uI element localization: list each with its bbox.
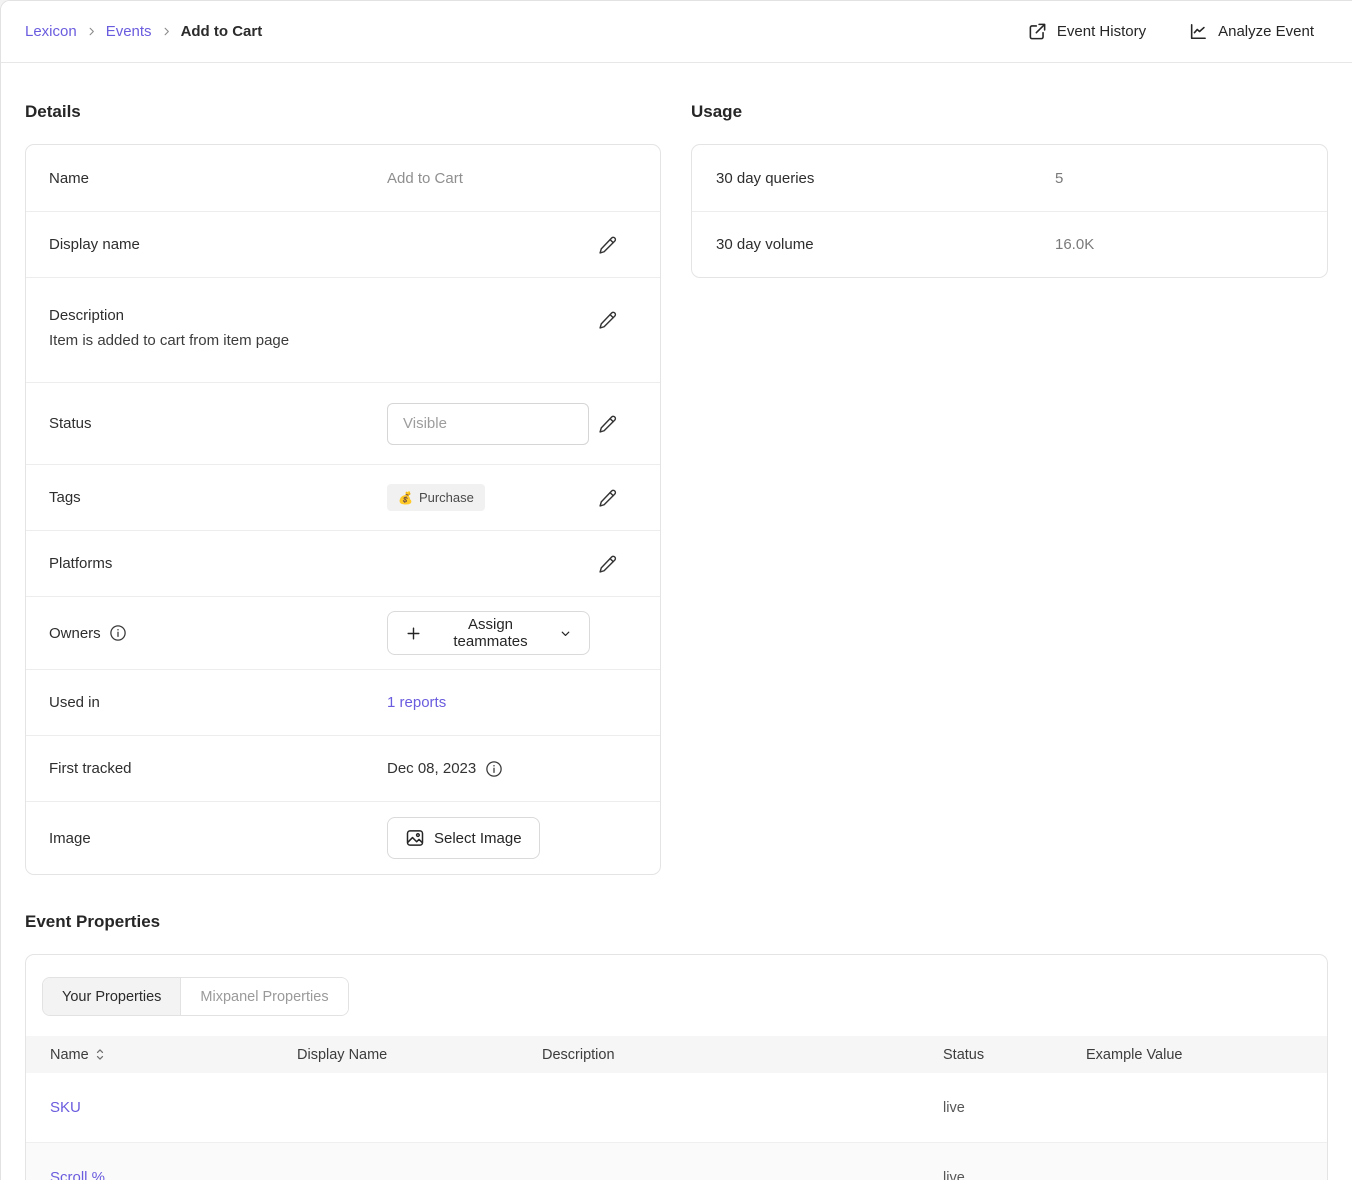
- event-properties-section: Event Properties Your Properties Mixpane…: [25, 912, 1328, 1180]
- sort-icon: [95, 1048, 105, 1061]
- topbar-actions: Event History Analyze Event: [1028, 22, 1314, 41]
- edit-tags-button[interactable]: [596, 486, 620, 510]
- name-label: Name: [49, 170, 387, 187]
- first-tracked-label: First tracked: [49, 760, 387, 777]
- external-link-icon: [1028, 22, 1047, 41]
- usage-card: 30 day queries 5 30 day volume 16.0K: [691, 144, 1328, 278]
- tag-label: Purchase: [419, 490, 474, 505]
- queries-value: 5: [1055, 170, 1063, 187]
- usage-row-volume: 30 day volume 16.0K: [692, 211, 1327, 277]
- breadcrumb-link-lexicon[interactable]: Lexicon: [25, 23, 77, 40]
- detail-row-owners: Owners Assign teammates: [26, 596, 660, 669]
- detail-row-status: Status: [26, 382, 660, 464]
- edit-platforms-button[interactable]: [596, 552, 620, 576]
- image-label: Image: [49, 830, 387, 847]
- select-image-label: Select Image: [434, 830, 522, 847]
- property-link-scroll-pct[interactable]: Scroll %: [50, 1169, 105, 1180]
- edit-status-button[interactable]: [596, 412, 620, 436]
- sku-status: live: [943, 1100, 1086, 1116]
- detail-row-name: Name Add to Cart: [26, 145, 660, 211]
- info-icon[interactable]: [485, 760, 503, 778]
- usage-row-queries: 30 day queries 5: [692, 145, 1327, 211]
- image-icon: [405, 828, 425, 848]
- details-title: Details: [25, 102, 661, 122]
- detail-row-image: Image Select Image: [26, 801, 660, 874]
- usage-section: Usage 30 day queries 5 30 day volume 16.…: [691, 63, 1328, 278]
- properties-table-header: Name Display Name Description Status Exa…: [26, 1036, 1327, 1073]
- volume-label: 30 day volume: [716, 236, 1055, 253]
- used-in-reports-link[interactable]: 1 reports: [387, 694, 446, 711]
- tab-your-properties[interactable]: Your Properties: [43, 978, 181, 1015]
- description-label: Description: [49, 307, 387, 324]
- analyze-event-button[interactable]: Analyze Event: [1188, 22, 1314, 41]
- edit-display-name-button[interactable]: [596, 233, 620, 257]
- chevron-right-icon: [161, 26, 172, 37]
- column-header-description: Description: [542, 1047, 943, 1063]
- tag-chip-purchase[interactable]: 💰 Purchase: [387, 484, 485, 511]
- column-header-display-name: Display Name: [297, 1047, 542, 1063]
- status-label: Status: [49, 415, 387, 432]
- name-value: Add to Cart: [387, 170, 463, 187]
- event-history-button[interactable]: Event History: [1028, 22, 1146, 41]
- detail-row-platforms: Platforms: [26, 530, 660, 596]
- queries-label: 30 day queries: [716, 170, 1055, 187]
- chevron-right-icon: [86, 26, 97, 37]
- platforms-label: Platforms: [49, 555, 387, 572]
- page: Lexicon Events Add to Cart Event History: [0, 0, 1352, 1180]
- usage-title: Usage: [691, 102, 1328, 122]
- money-bag-icon: 💰: [398, 491, 413, 505]
- property-row-scroll-pct[interactable]: Scroll % live: [26, 1143, 1327, 1180]
- info-icon[interactable]: [109, 624, 127, 642]
- pencil-icon: [598, 310, 618, 330]
- display-name-label: Display name: [49, 236, 387, 253]
- event-properties-title: Event Properties: [25, 912, 1328, 932]
- topbar: Lexicon Events Add to Cart Event History: [1, 1, 1352, 63]
- breadcrumb-link-events[interactable]: Events: [106, 23, 152, 40]
- detail-row-tags: Tags 💰 Purchase: [26, 464, 660, 530]
- analyze-event-label: Analyze Event: [1218, 23, 1314, 40]
- status-input[interactable]: [387, 403, 589, 445]
- pencil-icon: [598, 488, 618, 508]
- select-image-button[interactable]: Select Image: [387, 817, 540, 859]
- scroll-status: live: [943, 1170, 1086, 1180]
- chevron-down-icon: [559, 627, 572, 640]
- volume-value: 16.0K: [1055, 236, 1094, 253]
- breadcrumb: Lexicon Events Add to Cart: [25, 23, 262, 40]
- assign-teammates-button[interactable]: Assign teammates: [387, 611, 590, 655]
- plus-icon: [405, 625, 422, 642]
- column-header-example-value: Example Value: [1086, 1047, 1327, 1063]
- event-history-label: Event History: [1057, 23, 1146, 40]
- main-content: Details Name Add to Cart Display name: [1, 63, 1352, 1180]
- column-header-name[interactable]: Name: [50, 1047, 297, 1063]
- column-header-status: Status: [943, 1047, 1086, 1063]
- details-card: Name Add to Cart Display name Descriptio…: [25, 144, 661, 875]
- detail-row-used-in: Used in 1 reports: [26, 669, 660, 735]
- property-link-sku[interactable]: SKU: [50, 1099, 81, 1116]
- description-value: Item is added to cart from item page: [49, 332, 590, 349]
- owners-label: Owners: [49, 625, 101, 642]
- property-row-sku[interactable]: SKU live: [26, 1073, 1327, 1143]
- pencil-icon: [598, 554, 618, 574]
- first-tracked-value: Dec 08, 2023: [387, 760, 476, 777]
- tags-label: Tags: [49, 489, 387, 506]
- breadcrumb-current: Add to Cart: [181, 23, 263, 40]
- tab-mixpanel-properties[interactable]: Mixpanel Properties: [181, 978, 347, 1015]
- detail-row-display-name: Display name: [26, 211, 660, 277]
- detail-row-description: Description Item is added to cart from i…: [26, 277, 660, 382]
- event-properties-card: Your Properties Mixpanel Properties Name…: [25, 954, 1328, 1180]
- properties-table: Name Display Name Description Status Exa…: [26, 1036, 1327, 1180]
- properties-tabs: Your Properties Mixpanel Properties: [26, 955, 1327, 1036]
- line-chart-icon: [1188, 22, 1208, 41]
- pencil-icon: [598, 414, 618, 434]
- edit-description-button[interactable]: [596, 308, 620, 332]
- used-in-label: Used in: [49, 694, 387, 711]
- pencil-icon: [598, 235, 618, 255]
- assign-teammates-label: Assign teammates: [431, 616, 550, 650]
- details-section: Details Name Add to Cart Display name: [25, 63, 661, 875]
- detail-row-first-tracked: First tracked Dec 08, 2023: [26, 735, 660, 801]
